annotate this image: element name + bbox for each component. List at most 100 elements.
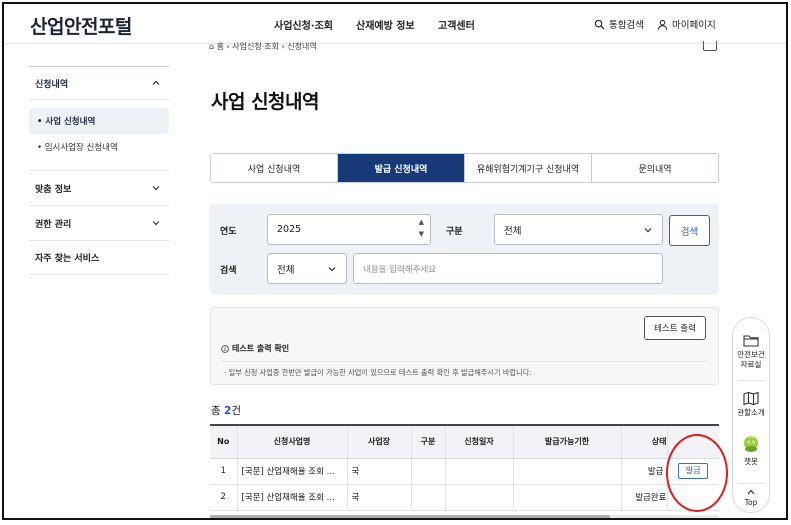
chevron-down-icon	[328, 267, 336, 272]
chevron-down-icon	[152, 186, 160, 191]
total-search-label: 통합검색	[609, 20, 644, 31]
total-count: 총 2건	[211, 403, 241, 418]
scroll-top-button[interactable]: Top	[733, 489, 769, 508]
test-print-notice: 테스트 출력 테스트 출력 확인 · 일부 신청 사업중 한번만 발급이 가능한…	[210, 307, 719, 385]
keyword-type-value: 전체	[277, 264, 295, 276]
breadcrumb-home[interactable]: 홈	[217, 42, 224, 51]
quick-menu: 안전보건 자료실 관할소개 챗봇 Top	[732, 317, 770, 513]
type-select[interactable]: 전체	[494, 214, 663, 245]
total-prefix: 총	[211, 405, 224, 417]
user-icon	[657, 19, 668, 30]
highlight-circle	[666, 434, 728, 512]
keyword-input[interactable]: 내용을 입력해주세요	[353, 253, 663, 284]
year-label: 연도	[220, 227, 237, 237]
notice-title-text: 테스트 출력 확인	[232, 344, 290, 353]
scroll-top-label: Top	[744, 498, 758, 507]
sidebar-item-temp-site-apply[interactable]: • 임시사업장 신청내역	[29, 134, 169, 160]
chevron-down-icon	[644, 228, 652, 233]
sidebar-item-label: 권한 관리	[35, 219, 72, 230]
breadcrumb: ⌂ 홈 › 사업신청·조회 › 신청내역	[209, 42, 317, 51]
tab-issue-apply[interactable]: 발급 신청내역	[338, 154, 465, 182]
col-status: 상태	[621, 426, 668, 459]
sidebar: 신청내역 • 사업 신청내역 • 임시사업장 신청내역 맞춤 정보 권한 관리 …	[29, 66, 169, 275]
chevron-up-icon	[152, 80, 160, 85]
chatbot-icon	[744, 436, 758, 452]
keyword-type-select[interactable]: 전체	[267, 253, 347, 284]
stepper-arrows[interactable]: ▲ ▼	[419, 219, 424, 238]
cell-business-name[interactable]: [국문] 산업재해율 조회 ...	[237, 458, 348, 485]
sidebar-item-business-apply[interactable]: • 사업 신청내역	[29, 108, 169, 134]
cell-status: 발급완료	[621, 484, 668, 511]
breadcrumb-apply[interactable]: 사업신청·조회	[232, 42, 279, 51]
tab-inquiry[interactable]: 문의내역	[592, 154, 718, 182]
sidebar-section-label: 신청내역	[35, 79, 69, 90]
cell-no: 2	[210, 484, 238, 511]
page-title: 사업 신청내역	[211, 91, 320, 113]
site-logo[interactable]: 산업안전포털	[30, 12, 132, 39]
search-panel: 연도 2025 ▲ ▼ 구분 전체 검색 전체 내용을 입력해주세요	[210, 204, 719, 295]
notice-text: · 일부 신청 사업중 한번만 발급이 가능한 사업이 있으므로 테스트 출력 …	[224, 368, 532, 377]
stepper-down-icon[interactable]: ▼	[419, 231, 424, 238]
sidebar-item-label: 맞춤 정보	[35, 184, 72, 195]
notice-title: 테스트 출력 확인	[221, 343, 289, 354]
col-type: 구분	[411, 426, 446, 459]
tab-hazard-machine-apply[interactable]: 유해위험기계기구 신청내역	[465, 154, 592, 182]
cell-site: 국	[347, 458, 412, 485]
keyword-label: 검색	[220, 266, 237, 276]
total-suffix: 건	[231, 405, 241, 417]
quick-item-jurisdiction[interactable]: 관할소개	[733, 392, 769, 418]
cell-business-name[interactable]: [국문] 산업재해율 조회 ...	[237, 484, 348, 511]
map-icon	[743, 392, 759, 405]
quick-item-label: 챗봇	[744, 457, 758, 466]
sidebar-item-permission[interactable]: 권한 관리	[29, 205, 169, 240]
year-value: 2025	[277, 224, 302, 235]
table-row: 2 [국문] 산업재해율 조회 ... 국 발급완료	[210, 484, 719, 511]
results-table: No 신청사업명 사업장 구분 신청일자 발급가능기한 상태 1 [국문] 산업…	[210, 424, 719, 516]
nav-customer-center[interactable]: 고객센터	[438, 17, 475, 32]
quick-item-label: 안전보건 자료실	[737, 350, 765, 369]
cell-site: 국	[347, 484, 412, 511]
cell-no: 1	[210, 458, 238, 485]
sidebar-item-favorite-services[interactable]: 자주 찾는 서비스	[29, 240, 169, 275]
nav-apply-search[interactable]: 사업신청·조회	[274, 17, 333, 32]
breadcrumb-current: 신청내역	[287, 42, 317, 51]
stepper-up-icon[interactable]: ▲	[419, 219, 424, 226]
quick-item-safety-library[interactable]: 안전보건 자료실	[733, 334, 769, 370]
type-label: 구분	[446, 227, 463, 237]
folder-icon	[743, 335, 759, 347]
sidebar-item-custom-info[interactable]: 맞춤 정보	[29, 170, 169, 205]
col-site: 사업장	[347, 426, 412, 459]
type-select-value: 전체	[504, 225, 522, 237]
home-icon[interactable]: ⌂	[209, 42, 214, 51]
search-icon	[594, 19, 605, 30]
app-window: 산업안전포털 사업신청·조회 산재예방 정보 고객센터 통합검색 마이페이지 ⌂…	[2, 2, 788, 520]
tab-bar: 사업 신청내역 발급 신청내역 유해위험기계기구 신청내역 문의내역	[210, 153, 719, 183]
nav-prevention-info[interactable]: 산재예방 정보	[356, 17, 415, 32]
chevron-down-icon	[152, 221, 160, 226]
col-apply-date: 신청일자	[445, 426, 514, 459]
search-button[interactable]: 검색	[669, 215, 710, 246]
year-stepper[interactable]: 2025 ▲ ▼	[267, 214, 431, 245]
share-icon[interactable]	[703, 41, 717, 51]
quick-item-chatbot[interactable]: 챗봇	[733, 434, 769, 467]
mypage-link[interactable]: 마이페이지	[657, 17, 716, 31]
sidebar-item-label: 자주 찾는 서비스	[35, 254, 100, 264]
col-business-name: 신청사업명	[237, 426, 348, 459]
top-header: 산업안전포털 사업신청·조회 산재예방 정보 고객센터 통합검색 마이페이지	[4, 4, 786, 44]
scrollbar-thumb[interactable]	[210, 515, 610, 518]
col-issue-deadline: 발급가능기한	[513, 426, 622, 459]
total-search-link[interactable]: 통합검색	[594, 17, 644, 31]
sidebar-section-apply-history[interactable]: 신청내역	[29, 66, 169, 100]
quick-item-label: 관할소개	[737, 408, 765, 417]
test-print-button[interactable]: 테스트 출력	[644, 316, 706, 340]
info-icon	[221, 344, 229, 353]
table-row: 1 [국문] 산업재해율 조회 ... 국 발급 발급	[210, 458, 719, 485]
chevron-up-icon	[747, 489, 755, 495]
cell-status: 발급	[621, 458, 668, 485]
keyword-placeholder: 내용을 입력해주세요	[363, 264, 437, 275]
col-no: No	[210, 426, 238, 459]
table-header-row: No 신청사업명 사업장 구분 신청일자 발급가능기한 상태	[210, 426, 719, 459]
mypage-label: 마이페이지	[672, 20, 716, 31]
table-horizontal-scrollbar[interactable]	[210, 515, 719, 518]
tab-business-apply[interactable]: 사업 신청내역	[211, 154, 338, 182]
